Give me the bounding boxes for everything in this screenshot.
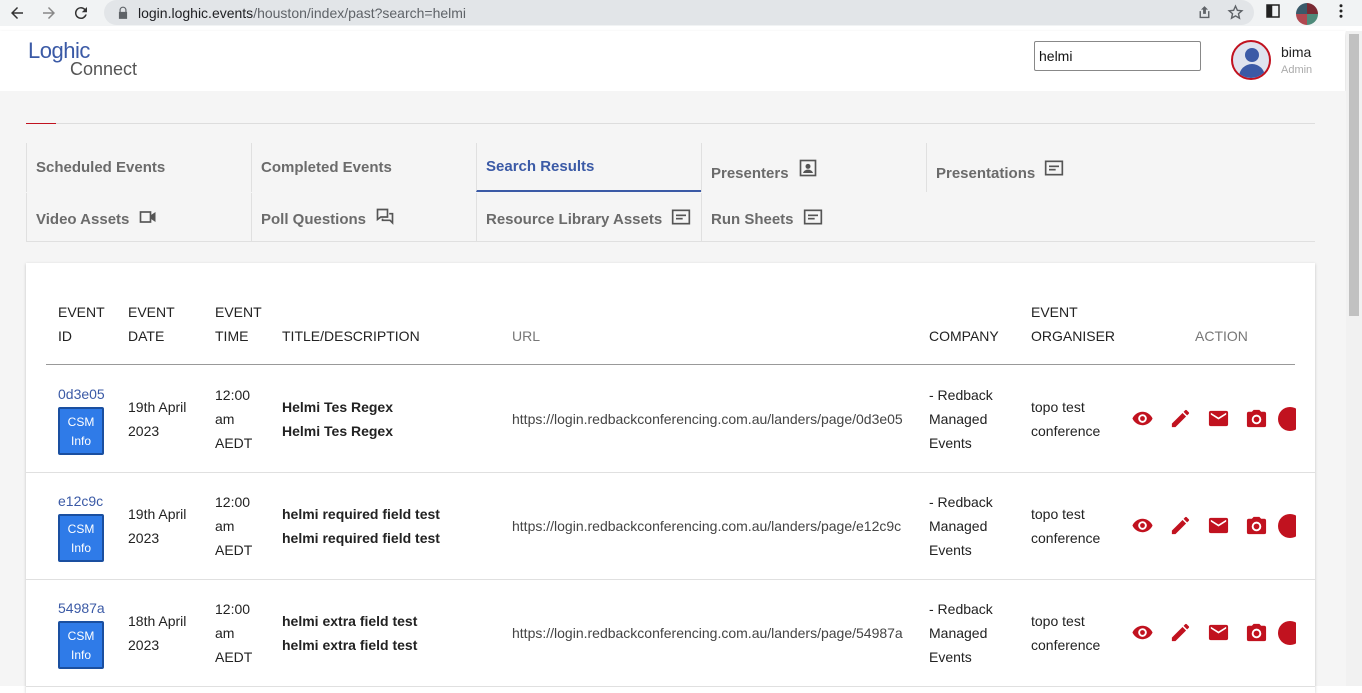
more-action-icon[interactable]: [1272, 621, 1296, 645]
csm-info-button[interactable]: CSM Info: [58, 621, 104, 669]
pencil-icon[interactable]: [1169, 514, 1192, 542]
tab-resource-library-assets[interactable]: Resource Library Assets: [476, 193, 701, 242]
eye-icon[interactable]: [1131, 514, 1154, 542]
side-panel-icon[interactable]: [1264, 2, 1282, 25]
chat-bubbles-icon: [374, 207, 396, 227]
tab-completed-events[interactable]: Completed Events: [251, 143, 476, 192]
event-time: 12:00 am AEDT: [215, 387, 253, 451]
event-time: 12:00 am AEDT: [215, 601, 253, 665]
forward-arrow-icon[interactable]: [39, 3, 59, 23]
browser-profile-avatar[interactable]: [1296, 2, 1318, 25]
app-header: Loghic Connect bima Admin: [0, 31, 1345, 91]
table-row: e12c9c CSM Info 19th April 2023 12:00 am AED…: [26, 473, 1315, 580]
tab-label: Poll Questions: [261, 211, 367, 228]
camera-icon[interactable]: [1245, 621, 1268, 649]
event-company: - Redback Managed Events: [929, 601, 993, 665]
col-header-event-time[interactable]: EVENT TIME: [215, 300, 262, 348]
share-icon[interactable]: [1196, 4, 1213, 26]
page-scrollbar[interactable]: [1346, 31, 1362, 686]
tab-label: Resource Library Assets: [486, 211, 663, 228]
slides-icon: [670, 207, 692, 227]
envelope-icon[interactable]: [1207, 407, 1230, 435]
col-header-organiser[interactable]: EVENT ORGANISER: [1031, 300, 1115, 348]
event-date: 19th April 2023: [128, 399, 187, 439]
event-url: https://login.redbackconferencing.com.au…: [512, 411, 903, 427]
table-row: 0d3e05 CSM Info 19th April 2023 12:00 am AED…: [26, 366, 1315, 473]
event-url: https://login.redbackconferencing.com.au…: [512, 625, 903, 641]
user-avatar[interactable]: [1231, 40, 1271, 80]
star-icon[interactable]: [1227, 4, 1244, 26]
event-id-link[interactable]: 54987a: [58, 600, 105, 616]
user-role: Admin: [1281, 64, 1313, 76]
loghic-connect-logo[interactable]: Loghic Connect: [28, 40, 137, 79]
tab-label: Scheduled Events: [36, 159, 166, 176]
tab-label: Presentations: [936, 165, 1036, 182]
event-id-link[interactable]: 0d3e05: [58, 386, 105, 402]
camera-icon[interactable]: [1245, 514, 1268, 542]
col-header-event-date[interactable]: EVENT DATE: [128, 300, 175, 348]
envelope-icon[interactable]: [1207, 514, 1230, 542]
tab-label: Run Sheets: [711, 211, 794, 228]
event-company: - Redback Managed Events: [929, 494, 993, 558]
search-input[interactable]: [1034, 41, 1201, 71]
event-date: 18th April 2023: [128, 613, 187, 653]
csm-info-button[interactable]: CSM Info: [58, 407, 104, 455]
slides-icon: [1043, 158, 1065, 178]
event-organiser: topo test conference: [1031, 399, 1101, 439]
reload-icon[interactable]: [71, 3, 91, 23]
table-row: 54987a CSM Info 18th April 2023 12:00 am AED…: [26, 580, 1315, 687]
col-header-event-id[interactable]: EVENT ID: [58, 300, 105, 348]
results-table-card: EVENT ID EVENT DATE EVENT TIME TITLE/DESCRI…: [26, 263, 1315, 693]
event-id-link[interactable]: e12c9c: [58, 493, 103, 509]
section-tabs: Scheduled Events Completed Events Search…: [26, 143, 1315, 242]
eye-icon[interactable]: [1131, 407, 1154, 435]
event-organiser: topo test conference: [1031, 613, 1101, 653]
tab-presenters[interactable]: Presenters: [701, 143, 926, 192]
event-title: helmi required field test helmi required …: [282, 506, 440, 546]
url-text: login.loghic.events/houston/index/past?s…: [138, 4, 467, 21]
col-header-action: ACTION: [1195, 328, 1248, 344]
divider: [56, 123, 1315, 124]
event-url: https://login.redbackconferencing.com.au…: [512, 518, 902, 534]
slides-icon: [802, 207, 824, 227]
camera-icon[interactable]: [1245, 407, 1268, 435]
event-title: Helmi Tes Regex Helmi Tes Regex: [282, 399, 394, 439]
portrait-icon: [797, 158, 819, 178]
envelope-icon[interactable]: [1207, 621, 1230, 649]
tab-video-assets[interactable]: Video Assets: [26, 193, 251, 242]
more-action-icon[interactable]: [1272, 514, 1296, 538]
more-action-icon[interactable]: [1272, 407, 1296, 431]
tab-label: Video Assets: [36, 211, 130, 228]
address-bar[interactable]: login.loghic.events/houston/index/past?s…: [104, 0, 1254, 25]
video-camera-icon: [137, 207, 159, 227]
col-header-title[interactable]: TITLE/DESCRIPTION: [282, 324, 420, 348]
col-header-url: URL: [512, 328, 541, 344]
tab-label: Completed Events: [261, 159, 392, 176]
event-company: - Redback Managed Events: [929, 387, 993, 451]
lock-icon: [116, 6, 130, 20]
pencil-icon[interactable]: [1169, 407, 1192, 435]
back-arrow-icon[interactable]: [7, 3, 27, 23]
tab-search-results[interactable]: Search Results: [476, 143, 701, 192]
tab-scheduled-events[interactable]: Scheduled Events: [26, 143, 251, 192]
tab-label: Presenters: [711, 165, 789, 182]
event-title: helmi extra field test helmi extra field …: [282, 613, 418, 653]
event-date: 19th April 2023: [128, 506, 187, 546]
browser-menu-icon[interactable]: [1332, 2, 1350, 25]
accent-divider: [26, 123, 56, 124]
tab-run-sheets[interactable]: Run Sheets: [701, 193, 926, 242]
pencil-icon[interactable]: [1169, 621, 1192, 649]
user-name: bima: [1281, 44, 1312, 60]
tab-label: Search Results: [486, 158, 595, 175]
event-organiser: topo test conference: [1031, 506, 1101, 546]
header-divider: [46, 364, 1295, 365]
csm-info-button[interactable]: CSM Info: [58, 514, 104, 562]
event-time: 12:00 am AEDT: [215, 494, 253, 558]
tab-presentations[interactable]: Presentations: [926, 143, 1151, 192]
tab-poll-questions[interactable]: Poll Questions: [251, 193, 476, 242]
col-header-company[interactable]: COMPANY: [929, 324, 999, 348]
eye-icon[interactable]: [1131, 621, 1154, 649]
